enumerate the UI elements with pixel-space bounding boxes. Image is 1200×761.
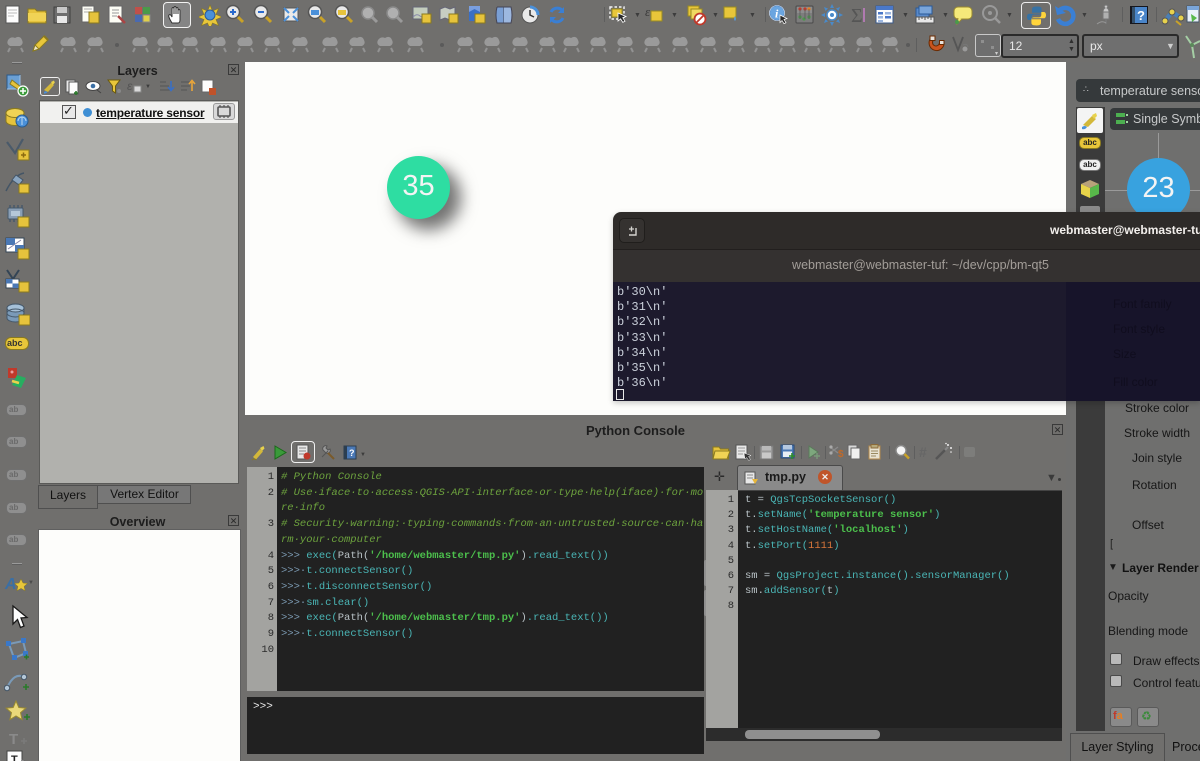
svg-text:T: T — [11, 754, 18, 761]
svg-text:#: # — [919, 444, 927, 460]
svg-text:$: $ — [838, 449, 844, 460]
svg-text:A: A — [4, 576, 17, 593]
svg-text:ε: ε — [127, 79, 133, 93]
svg-text:T: T — [9, 731, 18, 748]
svg-text:?: ? — [349, 448, 355, 458]
